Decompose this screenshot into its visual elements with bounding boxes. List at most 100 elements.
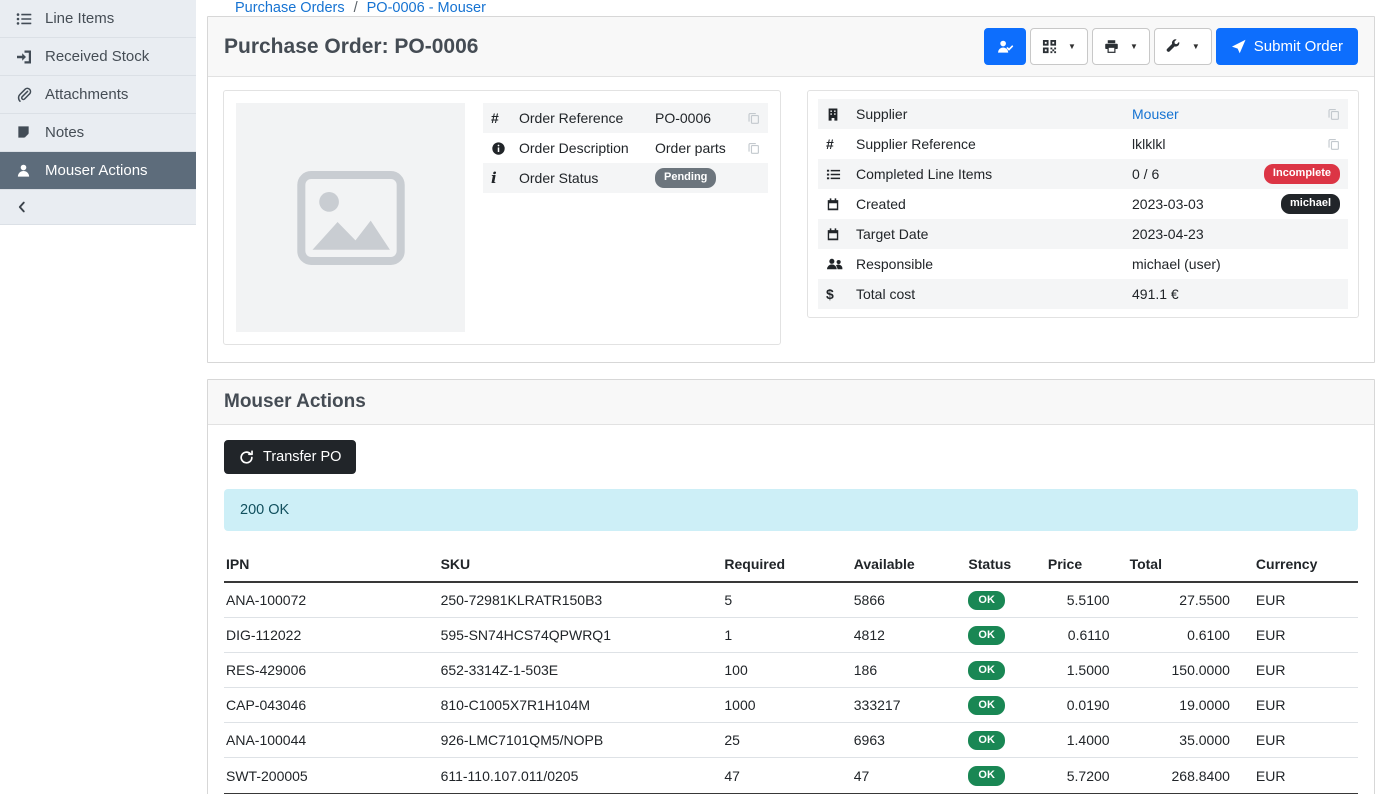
sidebar-item-line-items[interactable]: Line Items <box>0 0 196 38</box>
cell-sku: 250-72981KLRATR150B3 <box>431 582 715 618</box>
mouser-actions-header: Mouser Actions <box>208 380 1374 425</box>
sidebar-item-mouser-actions[interactable]: Mouser Actions <box>0 152 196 190</box>
order-actions-menu-button[interactable]: ▼ <box>1154 28 1212 65</box>
paperclip-icon <box>15 87 32 103</box>
detail-label: Responsible <box>856 256 1132 272</box>
list-check-icon <box>826 167 856 182</box>
detail-row-order-reference: # Order Reference PO-0006 <box>483 103 768 133</box>
detail-value: 0 / 6 <box>1132 166 1264 182</box>
cell-total: 19.0000 <box>1120 688 1240 723</box>
col-header-sku: SKU <box>431 548 715 582</box>
hash-icon: # <box>491 110 519 126</box>
image-placeholder-icon <box>297 171 405 265</box>
send-icon <box>1231 39 1246 54</box>
user-icon <box>15 163 32 178</box>
cell-sku: 810-C1005X7R1H104M <box>431 688 715 723</box>
sign-in-icon <box>15 49 32 65</box>
note-icon <box>15 125 32 140</box>
printer-icon <box>1104 39 1119 54</box>
hash-icon: # <box>826 136 856 152</box>
copy-button[interactable] <box>747 141 760 155</box>
cell-available: 186 <box>844 653 959 688</box>
cell-status: OK <box>958 582 1037 618</box>
sidebar-item-label: Attachments <box>45 86 128 103</box>
detail-label: Total cost <box>856 286 1132 302</box>
detail-value: PO-0006 <box>655 110 747 126</box>
cell-required: 25 <box>714 723 843 758</box>
status-alert: 200 OK <box>224 489 1358 531</box>
sidebar-item-received-stock[interactable]: Received Stock <box>0 38 196 76</box>
table-row: ANA-100044 926-LMC7101QM5/NOPB 25 6963 O… <box>224 723 1358 758</box>
tools-icon <box>1166 39 1181 54</box>
chevron-down-icon: ▼ <box>1192 43 1200 51</box>
status-ok-badge: OK <box>968 766 1005 785</box>
col-header-ipn: IPN <box>224 548 431 582</box>
cell-currency: EUR <box>1240 582 1358 618</box>
detail-label: Order Status <box>519 170 655 186</box>
status-ok-badge: OK <box>968 626 1005 645</box>
supplier-link[interactable]: Mouser <box>1132 106 1179 122</box>
cell-price: 1.4000 <box>1038 723 1120 758</box>
detail-value: michael (user) <box>1132 256 1340 272</box>
detail-row-responsible: Responsible michael (user) <box>818 249 1348 279</box>
order-status-badge: Pending <box>655 168 716 187</box>
table-row: SWT-200005 611-110.107.011/0205 47 47 OK… <box>224 758 1358 794</box>
sidebar-item-label: Received Stock <box>45 48 149 65</box>
breadcrumb-link-current[interactable]: PO-0006 - Mouser <box>367 0 486 16</box>
transfer-po-label: Transfer PO <box>263 449 341 465</box>
table-row: CAP-043046 810-C1005X7R1H104M 1000 33321… <box>224 688 1358 723</box>
detail-value: Order parts <box>655 140 747 156</box>
order-details: # Order Reference PO-0006 Order Descri <box>208 77 1374 362</box>
sidebar-item-label: Mouser Actions <box>45 162 148 179</box>
sidebar-item-attachments[interactable]: Attachments <box>0 76 196 114</box>
print-menu-button[interactable]: ▼ <box>1092 28 1150 65</box>
list-icon <box>15 11 32 27</box>
cell-status: OK <box>958 723 1037 758</box>
main-area: Purchase Orders / PO-0006 - Mouser Purch… <box>196 0 1383 794</box>
sidebar-item-label: Line Items <box>45 10 114 27</box>
col-header-total: Total <box>1120 548 1240 582</box>
sidebar-collapse-button[interactable] <box>0 190 196 225</box>
order-info-table: # Order Reference PO-0006 Order Descri <box>483 103 768 332</box>
cell-ipn: SWT-200005 <box>224 758 431 794</box>
user-actions-button[interactable] <box>984 28 1026 65</box>
detail-row-supplier: Supplier Mouser <box>818 99 1348 129</box>
barcode-menu-button[interactable]: ▼ <box>1030 28 1088 65</box>
cell-currency: EUR <box>1240 758 1358 794</box>
purchase-order-header: Purchase Order: PO-0006 ▼ <box>208 17 1374 77</box>
detail-label: Order Description <box>519 140 655 156</box>
table-row: ANA-100072 250-72981KLRATR150B3 5 5866 O… <box>224 582 1358 618</box>
table-row: RES-429006 652-3314Z-1-503E 100 186 OK 1… <box>224 653 1358 688</box>
cell-required: 1000 <box>714 688 843 723</box>
breadcrumb: Purchase Orders / PO-0006 - Mouser <box>196 0 1383 16</box>
detail-label: Supplier Reference <box>856 136 1132 152</box>
cell-total: 35.0000 <box>1120 723 1240 758</box>
breadcrumb-link-purchase-orders[interactable]: Purchase Orders <box>235 0 345 16</box>
cell-required: 47 <box>714 758 843 794</box>
copy-button[interactable] <box>747 111 760 125</box>
cell-available: 6963 <box>844 723 959 758</box>
detail-value: 2023-03-03 <box>1132 196 1281 212</box>
part-image-placeholder[interactable] <box>236 103 465 332</box>
copy-button[interactable] <box>1327 137 1340 151</box>
detail-row-order-status: i Order Status Pending <box>483 163 768 193</box>
breadcrumb-separator: / <box>354 0 358 16</box>
info-circle-icon <box>491 141 519 156</box>
copy-button[interactable] <box>1327 107 1340 121</box>
detail-label: Completed Line Items <box>856 166 1132 182</box>
transfer-po-button[interactable]: Transfer PO <box>224 440 356 474</box>
cell-sku: 926-LMC7101QM5/NOPB <box>431 723 715 758</box>
mouser-actions-body: Transfer PO 200 OK IPN SKU Required Avai… <box>208 425 1374 794</box>
submit-order-button[interactable]: Submit Order <box>1216 28 1358 65</box>
info-italic-icon: i <box>491 169 519 187</box>
status-ok-badge: OK <box>968 696 1005 715</box>
table-header-row: IPN SKU Required Available Status Price … <box>224 548 1358 582</box>
detail-row-created: Created 2023-03-03 michael <box>818 189 1348 219</box>
detail-value: Mouser <box>1132 106 1327 122</box>
users-icon <box>826 257 856 271</box>
cell-currency: EUR <box>1240 653 1358 688</box>
cell-price: 5.5100 <box>1038 582 1120 618</box>
created-by-badge: michael <box>1281 194 1340 213</box>
sidebar-item-notes[interactable]: Notes <box>0 114 196 152</box>
cell-available: 5866 <box>844 582 959 618</box>
